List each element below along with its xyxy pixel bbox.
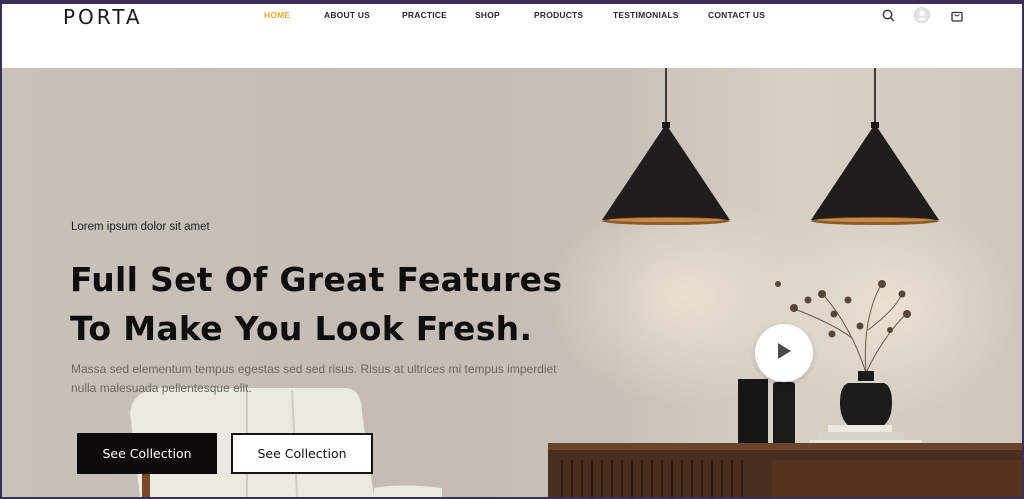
page-frame: PORTA HOME ABOUT US PRACTICE SHOP PRODUC… xyxy=(2,4,1022,497)
hero-subtext: Massa sed elementum tempus egestas sed s… xyxy=(71,360,591,398)
nav-contact-us[interactable]: CONTACT US xyxy=(708,10,765,20)
see-collection-primary-button[interactable]: See Collection xyxy=(77,433,217,474)
nav-testimonials[interactable]: TESTIMONIALS xyxy=(613,10,679,20)
speaker-box xyxy=(738,379,768,449)
play-icon xyxy=(775,341,793,366)
hero-eyebrow: Lorem ipsum dolor sit amet xyxy=(71,221,210,233)
black-vase xyxy=(840,371,892,432)
nav-practice[interactable]: PRACTICE xyxy=(402,10,447,20)
top-nav: PORTA HOME ABOUT US PRACTICE SHOP PRODUC… xyxy=(2,4,1022,68)
brand-logo[interactable]: PORTA xyxy=(63,5,143,29)
hero-subtext-line: nulla malesuada pellentesque elit. xyxy=(71,381,252,395)
user-avatar-icon[interactable] xyxy=(914,7,930,28)
hero-headline-line: Full Set Of Great Features xyxy=(70,260,563,299)
hero-section: Lorem ipsum dolor sit amet Full Set Of G… xyxy=(2,68,1022,497)
nav-about-us[interactable]: ABOUT US xyxy=(324,10,370,20)
pendant-lamp-right xyxy=(811,122,939,225)
search-icon[interactable] xyxy=(882,9,895,27)
play-video-button[interactable] xyxy=(755,324,813,382)
hero-headline-line: To Make You Look Fresh. xyxy=(70,309,533,348)
nav-products[interactable]: PRODUCTS xyxy=(534,10,583,20)
see-collection-secondary-button[interactable]: See Collection xyxy=(231,433,373,474)
hero-subtext-line: Massa sed elementum tempus egestas sed s… xyxy=(71,362,557,376)
pendant-lamp-left xyxy=(602,122,730,225)
cart-icon[interactable] xyxy=(951,9,963,27)
hero-headline: Full Set Of Great Features To Make You L… xyxy=(70,255,610,353)
nav-shop[interactable]: SHOP xyxy=(475,10,500,20)
wooden-sideboard xyxy=(548,443,1022,497)
nav-home[interactable]: HOME xyxy=(264,10,290,20)
